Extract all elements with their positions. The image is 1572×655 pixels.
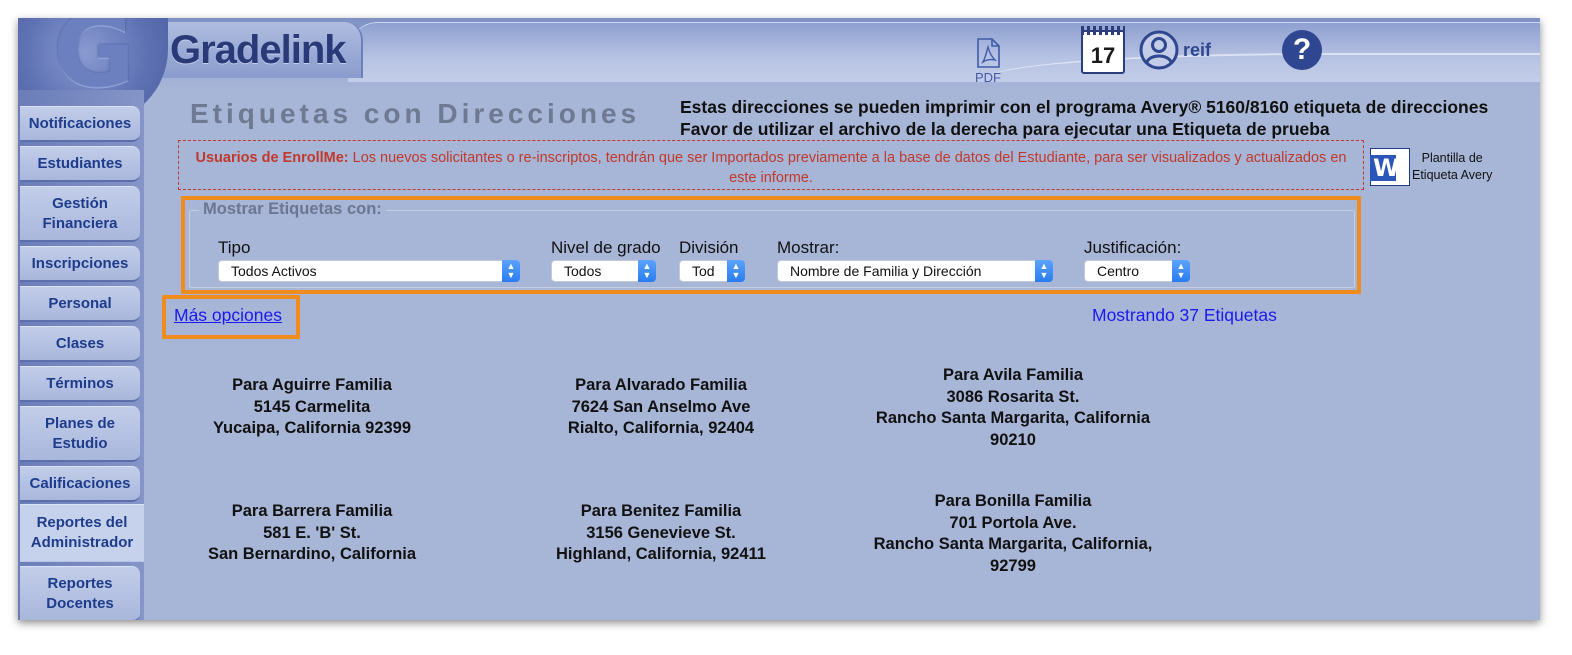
notice-text: Los nuevos solicitantes o re-inscriptos,… (348, 150, 1347, 186)
word-document-icon: W (1370, 148, 1410, 186)
brand-name: Gradelink (170, 28, 347, 72)
address-label: Para Bonilla Familia 701 Portola Ave. Ra… (853, 491, 1173, 577)
label-street: 701 Portola Ave. (949, 513, 1077, 532)
calendar-day: 17 (1090, 43, 1116, 68)
label-street: 7624 San Anselmo Ave (571, 397, 751, 416)
help-icon[interactable]: ? (1282, 30, 1322, 70)
justificacion-select[interactable]: Centro ▲ ▼ (1084, 260, 1190, 282)
address-label: Para Barrera Familia 581 E. 'B' St. San … (152, 501, 472, 566)
label-city: Rialto, California, 92404 (567, 419, 755, 437)
sidebar-item-label: Gestión Financiera (42, 194, 118, 232)
mostrar-label: Mostrar: (777, 238, 840, 257)
top-header: G Gradelink PDF 17 reif ? (18, 18, 1540, 124)
calendar-button[interactable]: 17 (1081, 26, 1125, 74)
sidebar-item-clases[interactable]: Clases (20, 326, 140, 362)
justificacion-label: Justificación: (1084, 238, 1182, 257)
sidebar-item-label: Inscripciones (31, 254, 129, 272)
sidebar-item-inscripciones[interactable]: Inscripciones (20, 246, 140, 282)
select-arrows-icon: ▲ ▼ (638, 260, 656, 282)
label-street: 5145 Carmelita (253, 397, 371, 416)
header-banner (348, 22, 1540, 82)
sidebar-item-label: Reportes Docentes (46, 574, 114, 612)
enrollme-notice: Usuarios de EnrollMe: Los nuevos solicit… (178, 140, 1364, 190)
label-city: San Bernardino, California (207, 545, 417, 563)
label-city: Rancho Santa Margarita, California, (873, 535, 1153, 553)
pdf-label: PDF (975, 70, 1001, 85)
sidebar-item-terminos[interactable]: Términos (20, 366, 140, 402)
label-street: 581 E. 'B' St. (263, 523, 361, 542)
sidebar-item-notificaciones[interactable]: Notificaciones (20, 106, 140, 142)
label-city: Yucaipa, California 92399 (212, 419, 412, 437)
sidebar-item-personal[interactable]: Personal (20, 286, 140, 322)
avery-line-2: Favor de utilizar el archivo de la derec… (680, 119, 1330, 139)
pdf-button[interactable]: PDF (972, 38, 1004, 90)
label-name: Para Barrera Familia (231, 502, 393, 520)
sidebar-item-gestion-financiera[interactable]: Gestión Financiera (20, 186, 140, 242)
label-name: Para Benitez Familia (580, 502, 742, 520)
sidebar-item-reportes-administrador[interactable]: Reportes del Administrador (20, 504, 144, 562)
sidebar-item-planes-de-estudio[interactable]: Planes de Estudio (20, 406, 140, 462)
user-avatar-icon (1139, 30, 1179, 70)
label-name: Para Avila Familia (942, 366, 1084, 384)
user-name: reif (1183, 39, 1212, 60)
nivel-select[interactable]: Todos ▲ ▼ (551, 260, 656, 282)
select-arrows-icon: ▲ ▼ (502, 260, 520, 282)
label-zip: 90210 (990, 430, 1036, 449)
sidebar-item-label: Calificaciones (29, 474, 131, 492)
more-options-link[interactable]: Más opciones (174, 305, 282, 326)
mostrar-select[interactable]: Nombre de Familia y Dirección ▲ ▼ (777, 260, 1053, 282)
address-label: Para Avila Familia 3086 Rosarita St. Ran… (853, 365, 1173, 451)
sidebar: Notificaciones Estudiantes Gestión Finan… (18, 90, 144, 620)
label-name: Para Aguirre Familia (232, 376, 392, 394)
select-arrows-icon: ▲ ▼ (727, 260, 745, 282)
label-zip: 92799 (990, 556, 1036, 575)
logo-g-icon: G (52, 18, 136, 109)
tipo-label: Tipo (218, 238, 251, 257)
address-label: Para Benitez Familia 3156 Genevieve St. … (501, 501, 821, 566)
sidebar-item-label: Planes de Estudio (44, 414, 116, 452)
sidebar-item-label: Clases (55, 334, 105, 352)
justificacion-value: Centro (1097, 263, 1140, 279)
label-city: Highland, California, 92411 (556, 545, 766, 563)
avery-template-label: Plantilla de Etiqueta Avery (1412, 151, 1493, 182)
label-name: Para Alvarado Familia (575, 376, 747, 394)
page-title: Etiquetas con Direcciones (190, 98, 641, 129)
sidebar-item-label: Notificaciones (28, 114, 132, 132)
mostrar-value: Nombre de Familia y Dirección (790, 263, 982, 279)
select-arrows-icon: ▲ ▼ (1172, 260, 1190, 282)
sidebar-item-estudiantes[interactable]: Estudiantes (20, 146, 140, 182)
sidebar-item-label: Términos (46, 374, 114, 392)
division-value: Tod (692, 263, 715, 279)
sidebar-item-label: Estudiantes (37, 154, 123, 172)
label-count: Mostrando 37 Etiquetas (1092, 305, 1277, 325)
sidebar-item-label: Reportes del Administrador (30, 514, 134, 551)
label-name: Para Bonilla Familia (934, 492, 1092, 510)
user-menu[interactable]: reif (1139, 30, 1211, 70)
label-filter-panel: Mostrar Etiquetas con: Tipo Todos Activo… (181, 196, 1361, 294)
filter-legend: Mostrar Etiquetas con: (199, 200, 386, 219)
label-street: 3086 Rosarita St. (946, 387, 1080, 406)
tipo-select[interactable]: Todos Activos ▲ ▼ (218, 260, 520, 282)
division-select[interactable]: Tod ▲ ▼ (679, 260, 745, 282)
app-window: G Gradelink PDF 17 reif ? Notificaciones… (18, 18, 1540, 620)
sidebar-item-calificaciones[interactable]: Calificaciones (20, 466, 140, 502)
nivel-value: Todos (564, 263, 602, 279)
label-city: Rancho Santa Margarita, California (875, 409, 1151, 427)
avery-template-link[interactable]: W Plantilla de Etiqueta Avery (1370, 148, 1492, 186)
division-label: División (679, 238, 739, 257)
address-label: Para Aguirre Familia 5145 Carmelita Yuca… (152, 375, 472, 440)
sidebar-item-label: Personal (48, 294, 112, 312)
label-street: 3156 Genevieve St. (586, 523, 736, 542)
sidebar-item-reportes-docentes[interactable]: Reportes Docentes (20, 566, 140, 620)
avery-line-1: Estas direcciones se pueden imprimir con… (680, 97, 1489, 117)
notice-title: Usuarios de EnrollMe: (195, 150, 349, 166)
select-arrows-icon: ▲ ▼ (1035, 260, 1053, 282)
nivel-label: Nivel de grado (551, 238, 661, 257)
address-label: Para Alvarado Familia 7624 San Anselmo A… (501, 375, 821, 440)
pdf-file-icon (977, 38, 1000, 68)
tipo-value: Todos Activos (231, 263, 317, 279)
avery-instructions: Estas direcciones se pueden imprimir con… (680, 96, 1488, 140)
